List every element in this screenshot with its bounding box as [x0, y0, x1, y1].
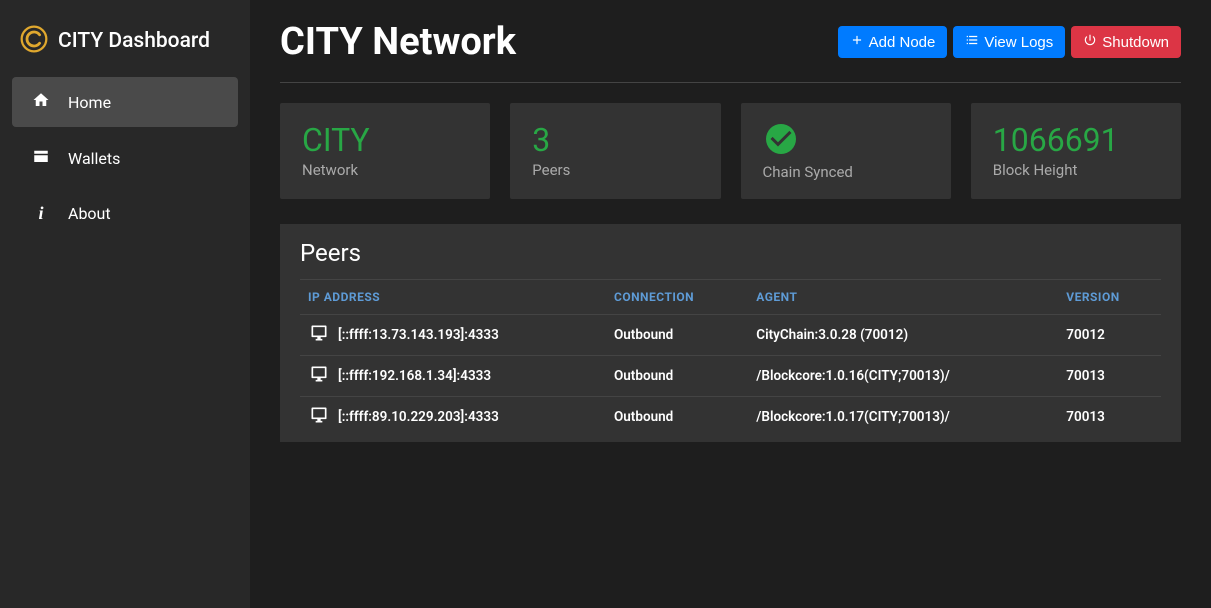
page-title: CITY Network — [280, 20, 516, 64]
cell-agent: /Blockcore:1.0.17(CITY;70013)/ — [748, 397, 1058, 438]
sidebar-item-label: Wallets — [68, 149, 120, 168]
wallets-icon — [32, 147, 50, 169]
button-label: Add Node — [869, 34, 936, 51]
cell-ip: [::ffff:192.168.1.34]:4333 — [300, 356, 606, 397]
sidebar-item-label: Home — [68, 93, 111, 112]
main-content: CITY Network Add Node View Logs Shutdown — [250, 0, 1211, 608]
sidebar-item-label: About — [68, 204, 111, 223]
sidebar-item-home[interactable]: Home — [12, 77, 238, 127]
header-actions: Add Node View Logs Shutdown — [838, 26, 1181, 58]
card-label: Chain Synced — [763, 163, 929, 181]
col-version: VERSION — [1058, 280, 1161, 315]
peers-card: 3 Peers — [510, 103, 720, 199]
cell-version: 70012 — [1058, 315, 1161, 356]
network-card: CITY Network — [280, 103, 490, 199]
shutdown-button[interactable]: Shutdown — [1071, 26, 1181, 58]
add-node-button[interactable]: Add Node — [838, 26, 948, 58]
plus-icon — [850, 33, 864, 51]
cell-version: 70013 — [1058, 397, 1161, 438]
ip-text: [::ffff:13.73.143.193]:4333 — [338, 327, 499, 343]
cell-ip: [::ffff:13.73.143.193]:4333 — [300, 315, 606, 356]
table-row: [::ffff:13.73.143.193]:4333 OutboundCityC… — [300, 315, 1161, 356]
brand-logo-icon — [20, 25, 48, 57]
height-card: 1066691 Block Height — [971, 103, 1181, 199]
peers-table: IP ADDRESS CONNECTION AGENT VERSION [::f… — [300, 279, 1161, 437]
monitor-icon — [308, 364, 330, 388]
button-label: Shutdown — [1102, 34, 1169, 51]
home-icon — [32, 91, 50, 113]
col-agent: AGENT — [748, 280, 1058, 315]
panel-title: Peers — [300, 239, 1161, 267]
card-value: 1066691 — [993, 121, 1159, 159]
page-header: CITY Network Add Node View Logs Shutdown — [280, 20, 1181, 83]
check-circle-icon — [763, 121, 929, 163]
view-logs-button[interactable]: View Logs — [953, 26, 1065, 58]
cell-connection: Outbound — [606, 356, 748, 397]
sidebar-item-wallets[interactable]: Wallets — [12, 133, 238, 183]
nav-list: Home Wallets i About — [0, 77, 250, 238]
brand: CITY Dashboard — [0, 15, 250, 77]
card-value: 3 — [532, 121, 698, 159]
card-value: CITY — [302, 121, 468, 159]
list-icon — [965, 33, 979, 51]
table-row: [::ffff:89.10.229.203]:4333 Outbound/Bloc… — [300, 397, 1161, 438]
monitor-icon — [308, 323, 330, 347]
col-ip: IP ADDRESS — [300, 280, 606, 315]
cell-connection: Outbound — [606, 315, 748, 356]
ip-text: [::ffff:192.168.1.34]:4333 — [338, 368, 491, 384]
power-icon — [1083, 33, 1097, 51]
cell-version: 70013 — [1058, 356, 1161, 397]
peers-panel: Peers IP ADDRESS CONNECTION AGENT VERSIO… — [280, 224, 1181, 442]
info-icon: i — [32, 203, 50, 224]
sidebar-item-about[interactable]: i About — [12, 189, 238, 238]
cell-ip: [::ffff:89.10.229.203]:4333 — [300, 397, 606, 438]
brand-text: CITY Dashboard — [58, 29, 210, 53]
status-cards: CITY Network 3 Peers Chain Synced 106669… — [280, 103, 1181, 199]
table-row: [::ffff:192.168.1.34]:4333 Outbound/Block… — [300, 356, 1161, 397]
card-label: Network — [302, 161, 468, 179]
card-label: Block Height — [993, 161, 1159, 179]
button-label: View Logs — [984, 34, 1053, 51]
col-connection: CONNECTION — [606, 280, 748, 315]
card-label: Peers — [532, 161, 698, 179]
cell-agent: /Blockcore:1.0.16(CITY;70013)/ — [748, 356, 1058, 397]
cell-connection: Outbound — [606, 397, 748, 438]
monitor-icon — [308, 405, 330, 429]
cell-agent: CityChain:3.0.28 (70012) — [748, 315, 1058, 356]
ip-text: [::ffff:89.10.229.203]:4333 — [338, 409, 499, 425]
sidebar: CITY Dashboard Home Wallets i About — [0, 0, 250, 608]
sync-card: Chain Synced — [741, 103, 951, 199]
